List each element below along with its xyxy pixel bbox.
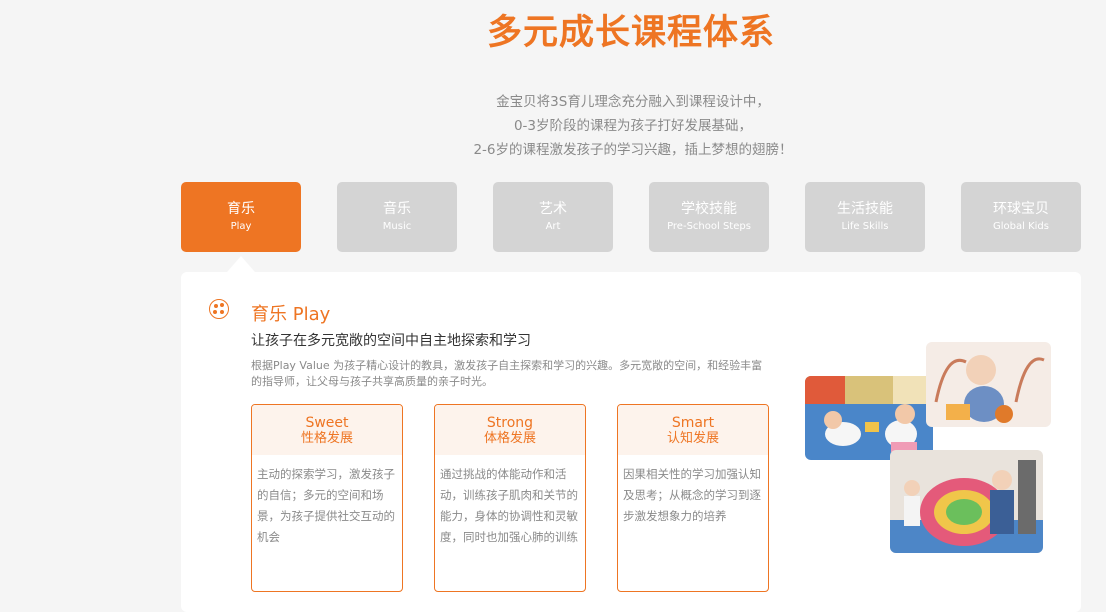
tab-sublabel: Art [545, 221, 561, 232]
photo-child-with-ball [926, 342, 1051, 427]
card-header: Strong 体格发展 [435, 405, 585, 455]
card-text: 通过挑战的体能动作和活动，训练孩子肌肉和关节的能力，身体的协调性和灵敏度，同时也… [440, 467, 578, 544]
card-title-cn: 体格发展 [483, 431, 536, 446]
card-strong: Strong 体格发展 通过挑战的体能动作和活动，训练孩子肌肉和关节的能力，身体… [434, 404, 586, 592]
tab-life-skills[interactable]: 生活技能 Life Skills [805, 182, 925, 252]
card-title-en: Strong [486, 415, 534, 431]
intro-line: 金宝贝将3S育儿理念充分融入到课程设计中， [496, 94, 770, 110]
tab-label: 环球宝贝 [993, 201, 1049, 217]
tab-art[interactable]: 艺术 Art [493, 182, 613, 252]
panel-description: 根据Play Value 为孩子精心设计的教具，激发孩子自主探索和学习的兴趣。多… [251, 359, 763, 388]
card-sweet: Sweet 性格发展 主动的探索学习，激发孩子的自信；多元的空间和场景，为孩子提… [251, 404, 403, 592]
intro-line: 2-6岁的课程激发孩子的学习兴趣，插上梦想的翅膀！ [473, 142, 793, 158]
tab-sublabel: Global Kids [993, 221, 1049, 232]
card-title-en: Sweet [305, 415, 349, 431]
card-title-cn: 认知发展 [666, 431, 719, 446]
card-smart: Smart 认知发展 因果相关性的学习加强认知及思考；从概念的学习到逐步激发想象… [617, 404, 769, 592]
tab-label: 学校技能 [681, 201, 737, 217]
ball-icon [209, 299, 229, 319]
panel-subtitle: 让孩子在多元宽敞的空间中自主地探索和学习 [251, 333, 531, 349]
tab-pre-school-steps[interactable]: 学校技能 Pre-School Steps [649, 182, 769, 252]
card-header: Sweet 性格发展 [252, 405, 402, 455]
photo-children-tunnel [890, 450, 1043, 553]
card-title-en: Smart [671, 415, 715, 431]
panel-heading: 育乐 Play [251, 304, 331, 325]
card-text: 因果相关性的学习加强认知及思考；从概念的学习到逐步激发想象力的培养 [623, 467, 761, 523]
intro-text: 金宝贝将3S育儿理念充分融入到课程设计中， 0-3岁阶段的课程为孩子打好发展基础… [380, 90, 886, 162]
tab-label: 艺术 [539, 201, 567, 217]
tab-play[interactable]: 育乐 Play [181, 182, 301, 272]
tab-sublabel: Pre-School Steps [667, 221, 751, 232]
page-title: 多元成长课程体系 [486, 13, 775, 53]
card-title-cn: 性格发展 [300, 431, 353, 446]
tab-label: 育乐 [227, 201, 255, 217]
card-text: 主动的探索学习，激发孩子的自信；多元的空间和场景，为孩子提供社交互动的机会 [257, 467, 395, 544]
intro-line: 0-3岁阶段的课程为孩子打好发展基础， [513, 118, 753, 134]
card-header: Smart 认知发展 [618, 405, 768, 455]
tab-music[interactable]: 音乐 Music [337, 182, 457, 252]
tab-sublabel: Music [382, 221, 412, 232]
tab-global-kids[interactable]: 环球宝贝 Global Kids [961, 182, 1081, 252]
tab-label: 生活技能 [837, 201, 893, 217]
tab-sublabel: Life Skills [841, 221, 889, 232]
course-panel: 育乐 Play 让孩子在多元宽敞的空间中自主地探索和学习 根据Play Valu… [181, 272, 1081, 612]
tab-sublabel: Play [230, 221, 252, 232]
photo-toddlers-playmat [805, 376, 933, 460]
tab-label: 音乐 [383, 201, 411, 217]
